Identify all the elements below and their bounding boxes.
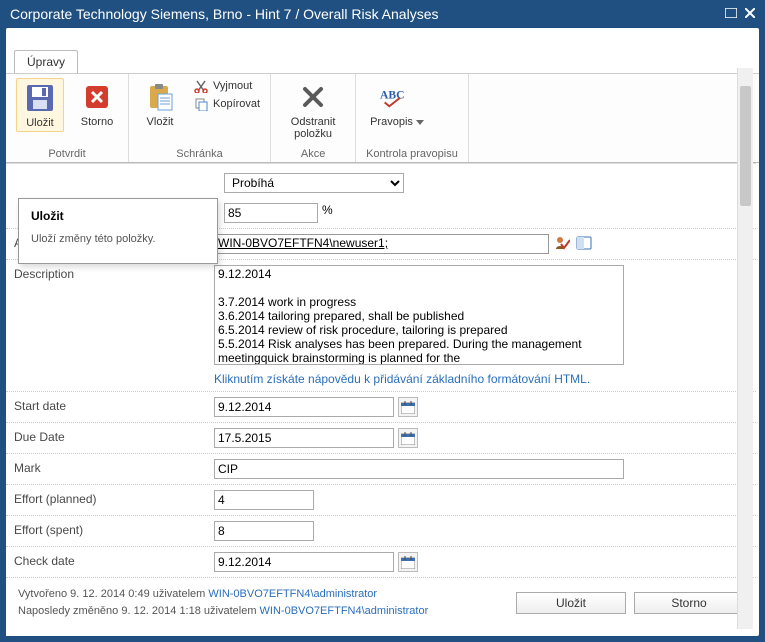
spellcheck-label: Pravopis bbox=[370, 116, 413, 128]
html-hint-link[interactable]: Kliknutím získáte nápovědu k přidávání z… bbox=[214, 372, 590, 386]
chevron-down-icon bbox=[416, 116, 424, 128]
ribbon-tabs: Úpravy bbox=[6, 28, 759, 73]
ribbon-group-spellcheck: Kontrola pravopisu bbox=[366, 148, 458, 160]
cut-icon bbox=[193, 78, 209, 94]
close-icon[interactable] bbox=[745, 6, 755, 22]
mark-label: Mark bbox=[14, 459, 214, 479]
assigned-to-input[interactable]: WIN-0BVO7EFTFN4\newuser1; bbox=[214, 234, 549, 254]
ribbon-group-clipboard: Schránka bbox=[139, 148, 260, 160]
description-label: Description bbox=[14, 265, 214, 386]
paste-button-label: Vložit bbox=[147, 116, 174, 128]
tooltip-description: Uloží změny této položky. bbox=[31, 233, 205, 245]
save-tooltip: Uložit Uloží změny této položky. bbox=[18, 198, 218, 264]
paste-icon bbox=[143, 80, 177, 114]
effort-spent-input[interactable] bbox=[214, 521, 314, 541]
browse-icon[interactable] bbox=[575, 234, 593, 252]
percent-sign: % bbox=[322, 203, 333, 217]
save-button[interactable]: Uložit bbox=[16, 78, 64, 132]
save-button-label: Uložit bbox=[26, 117, 54, 129]
check-names-icon[interactable] bbox=[553, 234, 571, 252]
paste-button[interactable]: Vložit bbox=[139, 78, 181, 130]
spellcheck-icon: ABC bbox=[380, 80, 414, 114]
mark-input[interactable] bbox=[214, 459, 624, 479]
start-date-input[interactable] bbox=[214, 397, 394, 417]
ribbon-group-confirm: Potvrdit bbox=[16, 148, 118, 160]
calendar-icon[interactable] bbox=[398, 397, 418, 417]
record-meta: Vytvořeno 9. 12. 2014 0:49 uživatelem WI… bbox=[18, 586, 508, 619]
cancel-button-label: Storno bbox=[81, 116, 113, 128]
effort-spent-label: Effort (spent) bbox=[14, 521, 214, 541]
tooltip-title: Uložit bbox=[31, 209, 205, 223]
outer-scrollbar[interactable] bbox=[737, 68, 753, 629]
tab-edit[interactable]: Úpravy bbox=[14, 50, 78, 73]
ribbon: Uložit Storno Potvrdit bbox=[6, 73, 759, 163]
copy-button[interactable]: Kopírovat bbox=[193, 96, 260, 112]
window-title: Corporate Technology Siemens, Brno - Hin… bbox=[10, 6, 717, 22]
dialog-save-button[interactable]: Uložit bbox=[516, 592, 626, 614]
description-input[interactable]: 9.12.2014 3.7.2014 work in progress 3.6.… bbox=[214, 265, 624, 365]
calendar-icon[interactable] bbox=[398, 552, 418, 572]
delete-icon bbox=[296, 80, 330, 114]
spellcheck-button[interactable]: ABC Pravopis bbox=[366, 78, 428, 130]
check-date-input[interactable] bbox=[214, 552, 394, 572]
cancel-icon bbox=[80, 80, 114, 114]
calendar-icon[interactable] bbox=[398, 428, 418, 448]
due-date-label: Due Date bbox=[14, 428, 214, 448]
titlebar: Corporate Technology Siemens, Brno - Hin… bbox=[0, 0, 765, 28]
effort-planned-label: Effort (planned) bbox=[14, 490, 214, 510]
created-by-link[interactable]: WIN-0BVO7EFTFN4\administrator bbox=[208, 588, 377, 600]
start-date-label: Start date bbox=[14, 397, 214, 417]
delete-item-button[interactable]: Odstranit položku bbox=[281, 78, 345, 142]
percent-input[interactable] bbox=[224, 203, 318, 223]
delete-item-label: Odstranit položku bbox=[285, 116, 341, 140]
maximize-icon[interactable] bbox=[725, 6, 737, 22]
cancel-button[interactable]: Storno bbox=[76, 78, 118, 130]
svg-text:ABC: ABC bbox=[380, 89, 404, 102]
copy-button-label: Kopírovat bbox=[213, 98, 260, 110]
effort-planned-input[interactable] bbox=[214, 490, 314, 510]
check-date-label: Check date bbox=[14, 552, 214, 572]
due-date-input[interactable] bbox=[214, 428, 394, 448]
copy-icon bbox=[193, 96, 209, 112]
save-icon bbox=[23, 81, 57, 115]
dialog-cancel-button[interactable]: Storno bbox=[634, 592, 744, 614]
cut-button[interactable]: Vyjmout bbox=[193, 78, 260, 94]
cut-button-label: Vyjmout bbox=[213, 80, 252, 92]
ribbon-group-actions: Akce bbox=[281, 148, 345, 160]
modified-by-link[interactable]: WIN-0BVO7EFTFN4\administrator bbox=[260, 605, 429, 617]
status-select[interactable]: Probíhá bbox=[224, 173, 404, 193]
